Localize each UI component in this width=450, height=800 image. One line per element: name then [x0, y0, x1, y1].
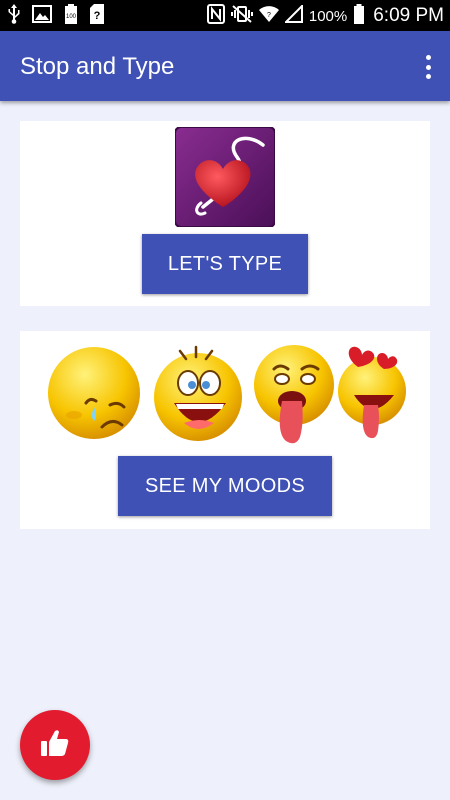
thumbs-up-icon — [40, 728, 70, 763]
tongue-out-emoji — [246, 343, 336, 452]
wifi-icon: ? — [258, 5, 279, 28]
signal-icon — [283, 3, 303, 28]
status-bar-right-icons: ? 100% 6:09 PM — [206, 3, 444, 29]
status-time: 6:09 PM — [373, 5, 444, 26]
battery-percent: 100% — [308, 7, 348, 25]
see-my-moods-button[interactable]: SEE MY MOODS — [118, 456, 332, 516]
svg-text:?: ? — [94, 10, 101, 22]
laughing-emoji — [150, 345, 246, 448]
app-title: Stop and Type — [20, 53, 175, 80]
sim-unknown-icon: ? — [90, 3, 104, 29]
svg-text:100: 100 — [66, 14, 77, 20]
nfc-icon — [206, 3, 225, 29]
sad-teary-emoji — [46, 345, 142, 446]
crazy-heart-emoji — [334, 343, 410, 448]
vibrate-mute-icon — [230, 4, 253, 29]
status-bar-left-icons: 100 ? — [8, 3, 104, 29]
overflow-menu-icon[interactable] — [420, 53, 436, 81]
usb-icon — [8, 3, 20, 29]
heart-s-logo-icon — [174, 126, 276, 228]
moods-card: SEE MY MOODS — [20, 331, 430, 529]
lets-type-button[interactable]: LET'S TYPE — [142, 234, 308, 294]
battery-icon — [353, 3, 365, 29]
svg-text:?: ? — [267, 12, 271, 19]
thumbs-up-fab[interactable] — [20, 710, 90, 780]
image-icon — [32, 4, 52, 28]
battery-100-icon: 100 — [64, 3, 78, 29]
type-card: LET'S TYPE — [20, 121, 430, 306]
app-bar: Stop and Type — [0, 31, 450, 101]
status-bar: 100 ? ? 100% 6:09 PM — [0, 0, 450, 31]
